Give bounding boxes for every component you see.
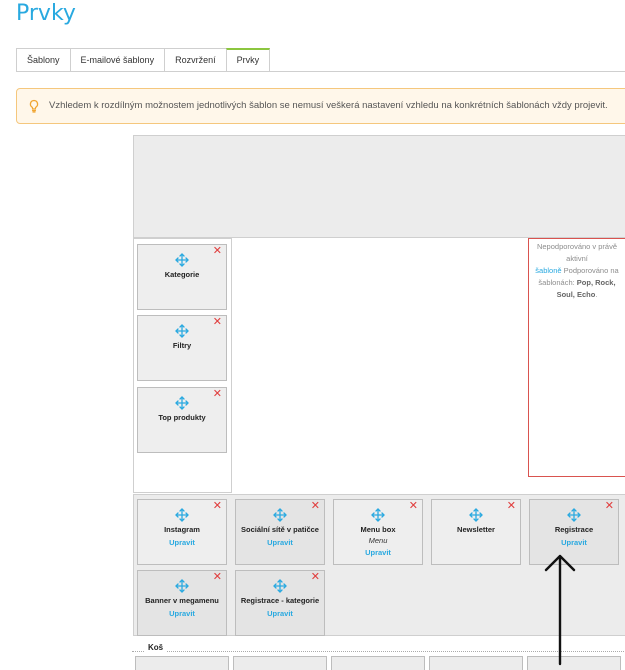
annotation-arrow-icon — [544, 554, 576, 666]
page-title: Prvky — [16, 1, 76, 26]
edit-link[interactable]: Upravit — [236, 538, 324, 547]
block-name: Registrace - kategorie — [240, 596, 320, 605]
move-icon[interactable] — [236, 508, 324, 524]
trash-slot[interactable] — [331, 656, 425, 670]
block-name: Newsletter — [457, 525, 495, 534]
block-registrace-kategorie[interactable]: ✕ Registrace - kategorie Upravit — [235, 570, 325, 636]
move-icon[interactable] — [530, 508, 618, 524]
move-icon[interactable] — [432, 508, 520, 524]
edit-link[interactable]: Upravit — [138, 609, 226, 618]
note-text: Podporováno na — [563, 266, 619, 275]
trash-slot[interactable] — [429, 656, 523, 670]
block-filtry[interactable]: ✕ Filtry — [137, 315, 227, 381]
block-kategorie[interactable]: ✕ Kategorie — [137, 244, 227, 310]
block-banner-v-megamenu[interactable]: ✕ Banner v megamenu Upravit — [137, 570, 227, 636]
move-icon[interactable] — [334, 508, 422, 524]
block-name: Registrace — [554, 525, 594, 534]
note-text: aktivní — [566, 254, 588, 263]
tab-bar: Šablony E-mailové šablony Rozvržení Prvk… — [16, 48, 271, 72]
block-name: Kategorie — [164, 270, 200, 279]
tab-emailove-sablony[interactable]: E-mailové šablony — [69, 48, 166, 72]
block-menu-box[interactable]: ✕ Menu box Menu Upravit — [333, 499, 423, 565]
block-name: Top produkty — [158, 413, 206, 422]
note-text: Nepodporováno v právě — [536, 242, 618, 251]
unsupported-note: Nepodporováno v právě aktivní šabloně Po… — [529, 241, 625, 301]
sidebar-drop-area[interactable]: ✕ Kategorie ✕ Filtry ✕ Top produkty — [133, 238, 232, 493]
trash-slot[interactable] — [135, 656, 229, 670]
block-subtitle: Menu — [368, 536, 388, 545]
block-name: Menu box — [360, 525, 396, 534]
edit-link[interactable]: Upravit — [236, 609, 324, 618]
trash-label: Koš — [144, 643, 168, 652]
block-top-produkty[interactable]: ✕ Top produkty — [137, 387, 227, 453]
note-text: . — [595, 290, 598, 299]
edit-link[interactable]: Upravit — [334, 548, 422, 557]
tab-rozvrzeni[interactable]: Rozvržení — [164, 48, 227, 72]
template-notice: Vzhledem k rozdílným možnostem jednotliv… — [16, 88, 625, 124]
move-icon[interactable] — [138, 324, 226, 340]
move-icon[interactable] — [138, 396, 226, 412]
tab-sablony[interactable]: Šablony — [16, 48, 71, 72]
trash-slot[interactable] — [233, 656, 327, 670]
header-drop-area[interactable] — [133, 135, 625, 238]
move-icon[interactable] — [138, 253, 226, 269]
template-link[interactable]: šabloně — [535, 266, 561, 275]
block-name: Instagram — [164, 525, 200, 534]
block-name: Banner v megamenu — [145, 596, 219, 605]
tab-divider — [16, 71, 625, 72]
move-icon[interactable] — [138, 508, 226, 524]
move-icon[interactable] — [236, 579, 324, 595]
notice-text: Vzhledem k rozdílným možnostem jednotliv… — [49, 100, 608, 111]
unsupported-drop-area: Nepodporováno v právě aktivní šabloně Po… — [528, 238, 625, 477]
edit-link[interactable]: Upravit — [138, 538, 226, 547]
edit-link[interactable]: Upravit — [530, 538, 618, 547]
note-text: šablonách: — [538, 278, 575, 287]
move-icon[interactable] — [138, 579, 226, 595]
tab-prvky[interactable]: Prvky — [225, 48, 271, 72]
block-name: Sociální sítě v patičce — [241, 525, 319, 534]
block-name: Filtry — [172, 341, 192, 350]
lightbulb-icon — [27, 99, 41, 113]
block-socialni-site[interactable]: ✕ Sociální sítě v patičce Upravit — [235, 499, 325, 565]
block-instagram[interactable]: ✕ Instagram Upravit — [137, 499, 227, 565]
block-newsletter[interactable]: ✕ Newsletter — [431, 499, 521, 565]
